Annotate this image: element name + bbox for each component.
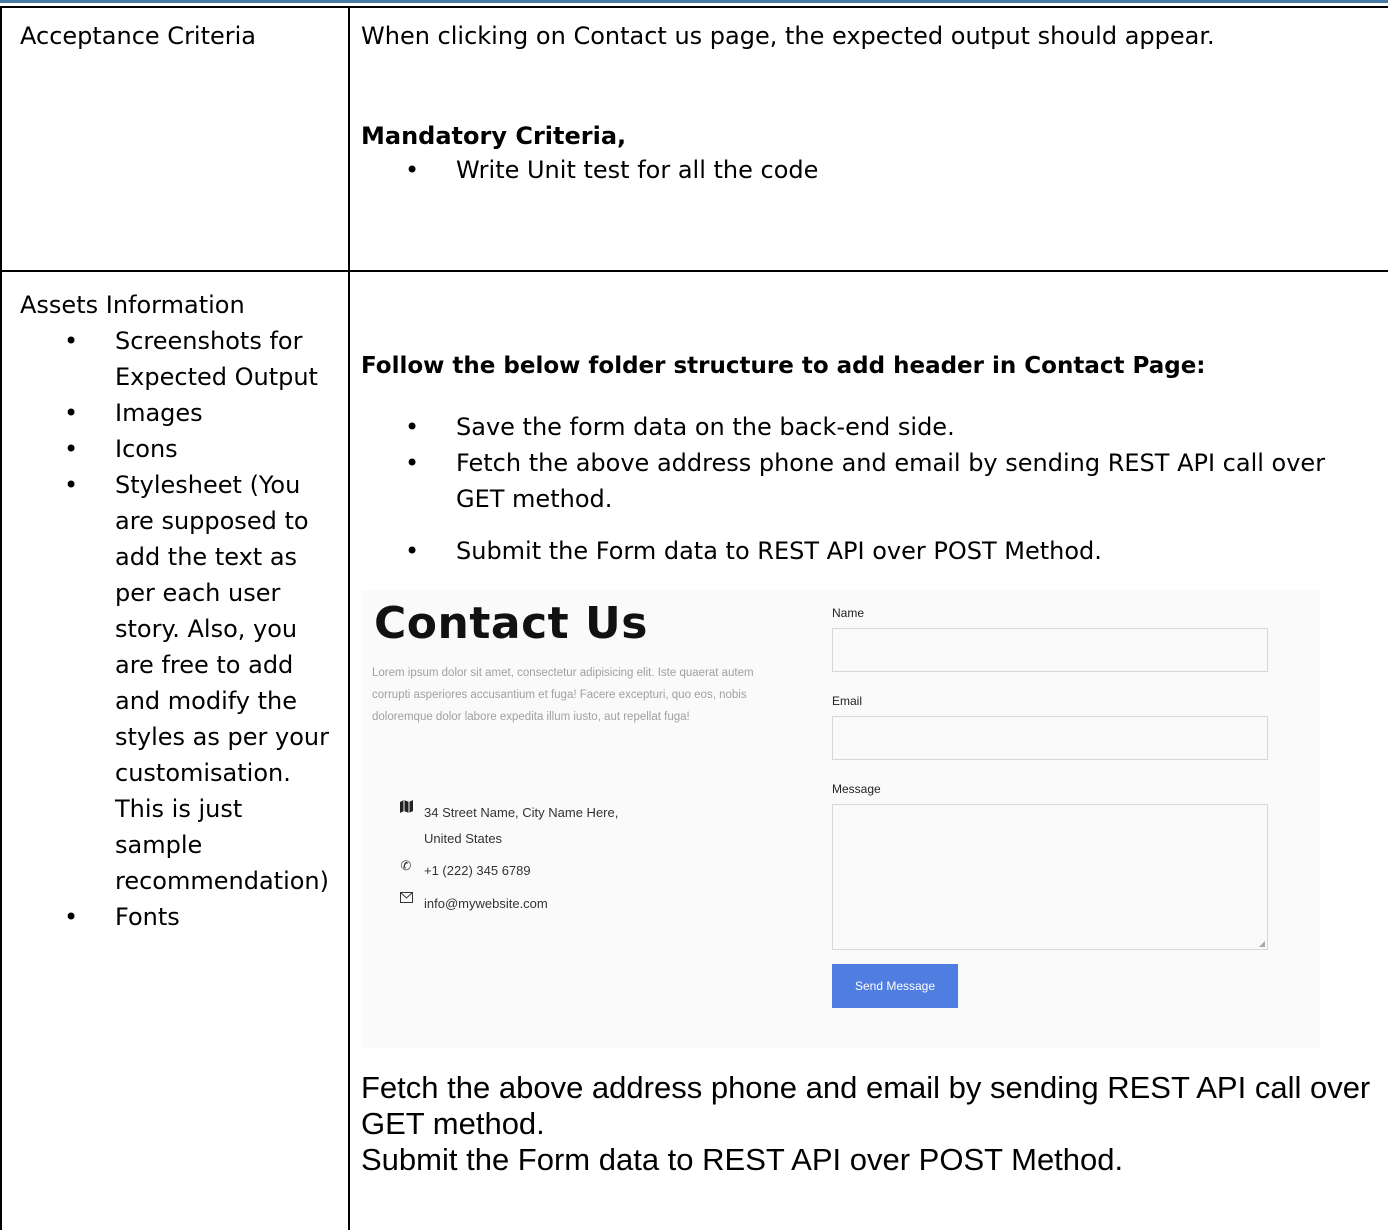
name-label: Name [832, 606, 865, 620]
list-item: Fonts [64, 899, 337, 935]
list-item: Save the form data on the back-end side. [405, 409, 1376, 445]
footer-text: Fetch the above address phone and email … [361, 1070, 1370, 1178]
top-accent-bar [0, 0, 1388, 3]
list-item: Fetch the above address phone and email … [405, 445, 1376, 517]
table-row-divider [0, 270, 1388, 272]
list-item: Images [64, 395, 337, 431]
mandatory-label: Mandatory Criteria, [361, 122, 627, 150]
list-item: Icons [64, 431, 337, 467]
table-left-border [0, 6, 2, 1230]
footer-line-2: GET method. [361, 1106, 545, 1141]
map-icon [398, 800, 414, 816]
list-item: Write Unit test for all the code [405, 152, 818, 188]
list-item: Screenshots for Expected Output [64, 323, 337, 395]
table-column-divider [348, 6, 350, 1230]
phone-number: +1 (222) 345 6789 [424, 863, 531, 878]
acceptance-intro: When clicking on Contact us page, the ex… [361, 22, 1215, 50]
assets-list: Screenshots for Expected Output Images I… [64, 323, 337, 935]
address-line-2: United States [424, 831, 503, 846]
send-message-button[interactable]: Send Message [832, 964, 958, 1008]
list-item: Submit the Form data to REST API over PO… [405, 533, 1376, 569]
phone-icon: ✆ [400, 858, 412, 873]
email-input[interactable] [832, 716, 1268, 760]
table-top-border [0, 6, 1388, 8]
footer-line-3: Submit the Form data to REST API over PO… [361, 1142, 1124, 1177]
steps-list: Save the form data on the back-end side.… [405, 409, 1376, 569]
message-textarea[interactable]: ◢ [832, 804, 1268, 950]
email-label: Email [832, 694, 863, 708]
folder-instruction: Follow the below folder structure to add… [361, 353, 1206, 379]
email-address: info@mywebsite.com [424, 896, 548, 911]
mockup-title: Contact Us [374, 598, 648, 649]
mandatory-list: Write Unit test for all the code [405, 152, 818, 188]
list-item: Stylesheet (You are supposed to add the … [64, 467, 337, 899]
address-line-1: 34 Street Name, City Name Here, [424, 805, 619, 820]
mail-icon [398, 891, 414, 906]
mockup-description: Lorem ipsum dolor sit amet, consectetur … [372, 667, 754, 723]
contact-mockup: Contact Us Lorem ipsum dolor sit amet, c… [362, 590, 1320, 1048]
name-input[interactable] [832, 628, 1268, 672]
resize-handle-icon[interactable]: ◢ [1259, 939, 1265, 948]
assets-heading: Assets Information [20, 291, 245, 319]
message-label: Message [832, 782, 881, 796]
footer-line-1: Fetch the above address phone and email … [361, 1070, 1371, 1105]
acceptance-heading: Acceptance Criteria [20, 22, 257, 50]
